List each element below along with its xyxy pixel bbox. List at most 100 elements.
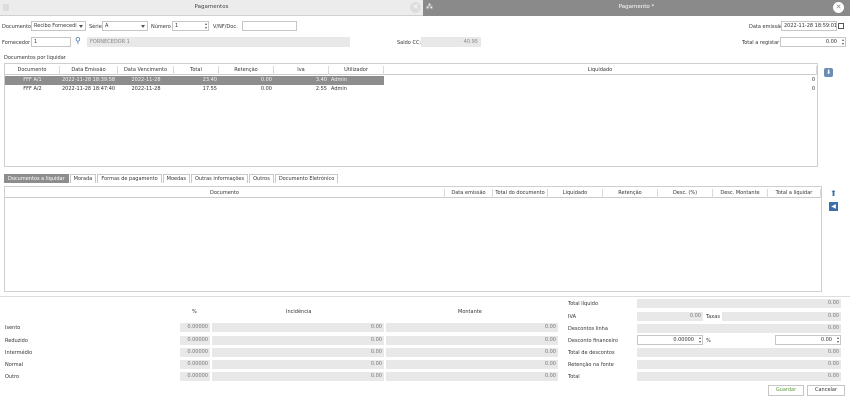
col-data-emissao[interactable]: Data emissão (445, 189, 493, 198)
table-row[interactable]: FFF A/2 2022-11-28 18:47:40 2022-11-28 1… (5, 85, 817, 94)
cell-retencao: 0.00 (260, 77, 272, 83)
tab-documentos-liquidar[interactable]: Documentos a liquidar (4, 174, 69, 183)
vnf-label: V/NF/Doc. (213, 24, 238, 30)
col-data-emissao[interactable]: Data Emissão (60, 66, 118, 75)
col-retencao[interactable]: Retenção (219, 66, 274, 75)
stepper-icon[interactable]: ▴ ▾ (842, 38, 844, 46)
arrow-up-icon[interactable]: ⬆ (829, 189, 838, 198)
iva-label: IVA (568, 314, 576, 320)
tax-incidencia: 0.00 (212, 360, 384, 369)
stepper-icon[interactable]: ▴ ▾ (699, 336, 701, 344)
col-desc-pct[interactable]: Desc. (%) (658, 189, 713, 198)
search-icon[interactable]: ⚲ (75, 36, 81, 45)
tab-pagamentos-title: Pagamentos (194, 4, 229, 10)
arrow-down-icon[interactable]: ⬇ (824, 68, 833, 77)
cell-utilizador: Admin (331, 77, 347, 83)
col-total-liquidar[interactable]: Total a liquidar (768, 189, 821, 198)
cell-total: 23.40 (202, 77, 217, 83)
total-descontos-label: Total de descontos (568, 350, 615, 356)
tab-outras-informacoes[interactable]: Outras informações (190, 174, 249, 183)
descontos-linha-value: 0.00 (637, 324, 841, 333)
total-label: Total (568, 374, 580, 380)
serie-select[interactable]: A (102, 21, 148, 31)
desconto-fin-value-input[interactable]: 0.00 ▴ ▾ (775, 335, 841, 345)
cell-liquidado: 0 (811, 86, 815, 92)
table-row[interactable]: FFF A/1 2022-11-28 18:39:58 2022-11-28 2… (5, 76, 817, 85)
tax-montante: 0.00 (386, 348, 558, 357)
vnf-input[interactable] (242, 21, 297, 31)
tax-col-montante: Montante (458, 309, 482, 315)
tax-montante: 0.00 (386, 323, 558, 332)
documento-select[interactable]: Recibo Fornecedi (31, 21, 86, 31)
cell-iva: 3.40 (315, 77, 327, 83)
col-utilizador[interactable]: Utilizador (329, 66, 384, 75)
stepper-icon[interactable]: ▴ ▾ (837, 336, 839, 344)
data-emissao-input[interactable]: 2022-11-28 18:59:01 (781, 21, 837, 31)
collapse-icon[interactable]: ◀ (829, 202, 838, 211)
tax-row-label: Normal (5, 362, 24, 368)
tab-moedas[interactable]: Moedas (162, 174, 190, 183)
total-value: 0.00 (637, 372, 841, 381)
col-retencao[interactable]: Retenção (603, 189, 658, 198)
divider (0, 296, 850, 297)
tax-col-pct: % (192, 309, 197, 315)
desconto-fin-value: 0.00 (820, 337, 832, 343)
window-titlebar: Pagamentos ✕ ⁂ Pagamento * ✕ (0, 0, 850, 16)
tab-pagamentos[interactable]: Pagamentos ✕ (0, 0, 423, 16)
col-total-documento[interactable]: Total do documento (493, 189, 548, 198)
numero-value: 1 (175, 23, 179, 29)
col-desc-montante[interactable]: Desc. Montante (713, 189, 768, 198)
retencao-value: 0.00 (637, 360, 841, 369)
cell-utilizador: Admin (331, 86, 347, 92)
liquidar-table: Documento Data emissão Total do document… (4, 186, 822, 292)
tax-pct: 0.00000 (180, 360, 210, 369)
descontos-linha-label: Descontos linha (568, 326, 608, 332)
desconto-fin-label: Desconto financeiro (568, 338, 618, 344)
tab-morada[interactable]: Morada (69, 174, 97, 183)
tax-pct: 0.00000 (180, 323, 210, 332)
cell-documento: FFF A/2 (23, 86, 42, 92)
total-registar-input[interactable]: 0.00 ▴ ▾ (780, 37, 846, 47)
tab-formas-pagamento[interactable]: Formas de pagamento (97, 174, 162, 183)
tax-incidencia: 0.00 (212, 372, 384, 381)
total-liquido-value: 0.00 (637, 299, 841, 308)
col-total[interactable]: Total (174, 66, 219, 75)
close-icon[interactable]: ✕ (833, 2, 844, 13)
guardar-button[interactable]: Guardar (768, 385, 804, 396)
cell-vencimento: 2022-11-28 (131, 86, 161, 92)
tax-row-label: Outro (5, 374, 20, 380)
desconto-fin-pct-input[interactable]: 0.00000 ▴ ▾ (637, 335, 703, 345)
numero-label: Número (151, 24, 171, 30)
col-documento[interactable]: Documento (5, 66, 60, 75)
documento-label: Documento (2, 24, 31, 30)
col-liquidado[interactable]: Liquidado (384, 66, 817, 75)
iva-value: 0.00 (637, 312, 703, 321)
cell-total: 17.55 (202, 86, 217, 92)
stepper-icon[interactable]: ▴ ▾ (205, 22, 207, 30)
col-data-vencimento[interactable]: Data Vencimento (118, 66, 174, 75)
col-liquidado[interactable]: Liquidado (548, 189, 603, 198)
tax-row-label: Intermédio (5, 350, 33, 356)
tax-montante: 0.00 (386, 336, 558, 345)
tab-pagamento-title: Pagamento * (618, 4, 655, 10)
close-icon[interactable]: ✕ (410, 2, 421, 13)
col-iva[interactable]: Iva (274, 66, 329, 75)
fornecedor-input[interactable]: 1 (31, 37, 71, 47)
total-liquido-label: Total líquido (568, 301, 599, 307)
calendar-icon[interactable] (838, 23, 844, 29)
cancelar-button[interactable]: Cancelar (807, 385, 845, 396)
docs-table-header: Documento Data Emissão Data Vencimento T… (5, 66, 817, 75)
cell-liquidado: 0 (384, 76, 817, 85)
fornecedor-nome: FORNECEDOR 1 (87, 37, 350, 47)
fornecedor-label: Fornecedor (2, 40, 31, 46)
tax-pct: 0.00000 (180, 348, 210, 357)
tab-outros[interactable]: Outros (249, 174, 274, 183)
numero-input[interactable]: 1 ▴ ▾ (172, 21, 209, 31)
tab-documento-eletronico[interactable]: Documento Eletrónico (274, 174, 339, 183)
cell-vencimento: 2022-11-28 (131, 77, 161, 83)
data-emissao-label: Data emissão (749, 24, 784, 30)
col-documento[interactable]: Documento (5, 189, 445, 198)
total-descontos-value: 0.00 (637, 348, 841, 357)
tab-pagamento-active[interactable]: ⁂ Pagamento * ✕ (423, 0, 850, 16)
liquidar-table-header: Documento Data emissão Total do document… (5, 189, 821, 198)
